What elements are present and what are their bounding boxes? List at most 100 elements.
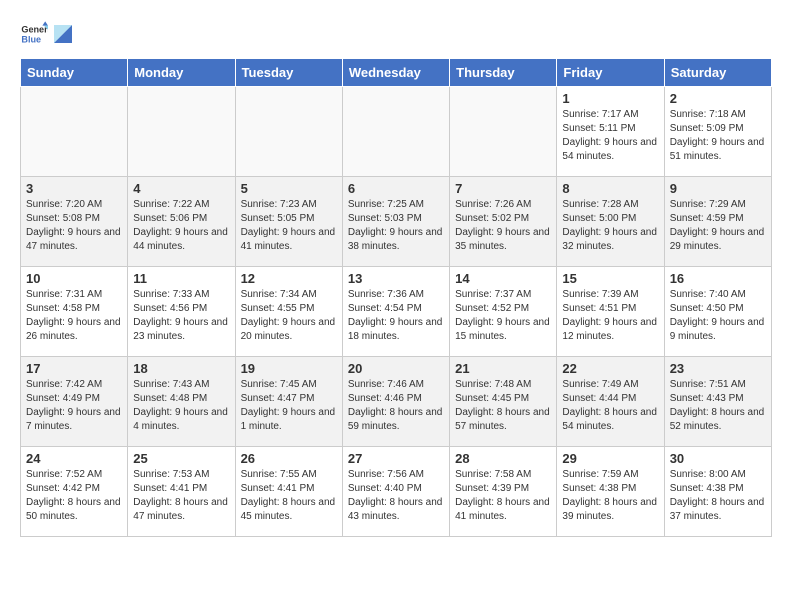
page-header: General Blue bbox=[20, 20, 772, 48]
day-number: 11 bbox=[133, 271, 229, 286]
day-info: Sunrise: 7:22 AM Sunset: 5:06 PM Dayligh… bbox=[133, 198, 229, 254]
day-info: Sunrise: 7:49 AM Sunset: 4:44 PM Dayligh… bbox=[562, 378, 658, 434]
calendar-cell: 8 Sunrise: 7:28 AM Sunset: 5:00 PM Daylig… bbox=[557, 177, 664, 267]
day-info: Sunrise: 7:25 AM Sunset: 5:03 PM Dayligh… bbox=[348, 198, 444, 254]
calendar-cell: 3 Sunrise: 7:20 AM Sunset: 5:08 PM Daylig… bbox=[21, 177, 128, 267]
day-info: Sunrise: 7:43 AM Sunset: 4:48 PM Dayligh… bbox=[133, 378, 229, 434]
day-number: 22 bbox=[562, 361, 658, 376]
day-info: Sunrise: 7:59 AM Sunset: 4:38 PM Dayligh… bbox=[562, 468, 658, 524]
day-info: Sunrise: 7:51 AM Sunset: 4:43 PM Dayligh… bbox=[670, 378, 766, 434]
day-info: Sunrise: 8:00 AM Sunset: 4:38 PM Dayligh… bbox=[670, 468, 766, 524]
day-info: Sunrise: 7:56 AM Sunset: 4:40 PM Dayligh… bbox=[348, 468, 444, 524]
column-header-sunday: Sunday bbox=[21, 59, 128, 87]
day-number: 18 bbox=[133, 361, 229, 376]
day-number: 25 bbox=[133, 451, 229, 466]
calendar-cell: 11Sunrise: 7:33 AM Sunset: 4:56 PM Dayli… bbox=[128, 267, 235, 357]
calendar-cell: 27 Sunrise: 7:56 AM Sunset: 4:40 PM Dayli… bbox=[342, 447, 449, 537]
calendar-cell: 19Sunrise: 7:45 AM Sunset: 4:47 PM Dayli… bbox=[235, 357, 342, 447]
logo-triangle-icon bbox=[54, 25, 72, 43]
day-info: Sunrise: 7:29 AM Sunset: 4:59 PM Dayligh… bbox=[670, 198, 766, 254]
day-info: Sunrise: 7:23 AM Sunset: 5:05 PM Dayligh… bbox=[241, 198, 337, 254]
day-number: 9 bbox=[670, 181, 766, 196]
day-info: Sunrise: 7:46 AM Sunset: 4:46 PM Dayligh… bbox=[348, 378, 444, 434]
calendar-cell bbox=[21, 87, 128, 177]
day-info: Sunrise: 7:18 AM Sunset: 5:09 PM Dayligh… bbox=[670, 108, 766, 164]
calendar-cell: 20 Sunrise: 7:46 AM Sunset: 4:46 PM Dayli… bbox=[342, 357, 449, 447]
day-number: 1 bbox=[562, 91, 658, 106]
calendar-cell: 10 Sunrise: 7:31 AM Sunset: 4:58 PM Dayli… bbox=[21, 267, 128, 357]
day-number: 21 bbox=[455, 361, 551, 376]
day-info: Sunrise: 7:58 AM Sunset: 4:39 PM Dayligh… bbox=[455, 468, 551, 524]
calendar-cell bbox=[235, 87, 342, 177]
day-number: 8 bbox=[562, 181, 658, 196]
calendar-cell: 28 Sunrise: 7:58 AM Sunset: 4:39 PM Dayli… bbox=[450, 447, 557, 537]
day-number: 5 bbox=[241, 181, 337, 196]
day-number: 3 bbox=[26, 181, 122, 196]
calendar-cell: 18 Sunrise: 7:43 AM Sunset: 4:48 PM Dayli… bbox=[128, 357, 235, 447]
day-number: 6 bbox=[348, 181, 444, 196]
calendar-cell: 21 Sunrise: 7:48 AM Sunset: 4:45 PM Dayli… bbox=[450, 357, 557, 447]
day-info: Sunrise: 7:45 AM Sunset: 4:47 PM Dayligh… bbox=[241, 378, 337, 434]
day-number: 10 bbox=[26, 271, 122, 286]
day-number: 23 bbox=[670, 361, 766, 376]
calendar-cell: 1 Sunrise: 7:17 AM Sunset: 5:11 PM Daylig… bbox=[557, 87, 664, 177]
calendar-cell: 12 Sunrise: 7:34 AM Sunset: 4:55 PM Dayli… bbox=[235, 267, 342, 357]
calendar-cell: 29 Sunrise: 7:59 AM Sunset: 4:38 PM Dayli… bbox=[557, 447, 664, 537]
calendar-cell: 17 Sunrise: 7:42 AM Sunset: 4:49 PM Dayli… bbox=[21, 357, 128, 447]
day-info: Sunrise: 7:55 AM Sunset: 4:41 PM Dayligh… bbox=[241, 468, 337, 524]
calendar-week-row: 1 Sunrise: 7:17 AM Sunset: 5:11 PM Daylig… bbox=[21, 87, 772, 177]
logo: General Blue bbox=[20, 20, 72, 48]
calendar-table: SundayMondayTuesdayWednesdayThursdayFrid… bbox=[20, 58, 772, 537]
calendar-cell: 26 Sunrise: 7:55 AM Sunset: 4:41 PM Dayli… bbox=[235, 447, 342, 537]
day-number: 29 bbox=[562, 451, 658, 466]
day-number: 17 bbox=[26, 361, 122, 376]
day-number: 26 bbox=[241, 451, 337, 466]
day-info: Sunrise: 7:40 AM Sunset: 4:50 PM Dayligh… bbox=[670, 288, 766, 344]
day-number: 28 bbox=[455, 451, 551, 466]
calendar-cell: 5 Sunrise: 7:23 AM Sunset: 5:05 PM Daylig… bbox=[235, 177, 342, 267]
day-number: 27 bbox=[348, 451, 444, 466]
calendar-week-row: 3 Sunrise: 7:20 AM Sunset: 5:08 PM Daylig… bbox=[21, 177, 772, 267]
calendar-cell: 4 Sunrise: 7:22 AM Sunset: 5:06 PM Daylig… bbox=[128, 177, 235, 267]
day-info: Sunrise: 7:17 AM Sunset: 5:11 PM Dayligh… bbox=[562, 108, 658, 164]
day-info: Sunrise: 7:28 AM Sunset: 5:00 PM Dayligh… bbox=[562, 198, 658, 254]
calendar-cell: 15Sunrise: 7:39 AM Sunset: 4:51 PM Dayli… bbox=[557, 267, 664, 357]
day-info: Sunrise: 7:39 AM Sunset: 4:51 PM Dayligh… bbox=[562, 288, 658, 344]
day-info: Sunrise: 7:37 AM Sunset: 4:52 PM Dayligh… bbox=[455, 288, 551, 344]
svg-text:Blue: Blue bbox=[21, 34, 41, 44]
day-number: 16 bbox=[670, 271, 766, 286]
column-header-monday: Monday bbox=[128, 59, 235, 87]
day-info: Sunrise: 7:34 AM Sunset: 4:55 PM Dayligh… bbox=[241, 288, 337, 344]
day-info: Sunrise: 7:52 AM Sunset: 4:42 PM Dayligh… bbox=[26, 468, 122, 524]
calendar-cell: 23 Sunrise: 7:51 AM Sunset: 4:43 PM Dayli… bbox=[664, 357, 771, 447]
calendar-cell bbox=[128, 87, 235, 177]
logo-icon: General Blue bbox=[20, 20, 48, 48]
day-number: 4 bbox=[133, 181, 229, 196]
calendar-week-row: 10 Sunrise: 7:31 AM Sunset: 4:58 PM Dayli… bbox=[21, 267, 772, 357]
day-number: 24 bbox=[26, 451, 122, 466]
day-info: Sunrise: 7:20 AM Sunset: 5:08 PM Dayligh… bbox=[26, 198, 122, 254]
day-info: Sunrise: 7:48 AM Sunset: 4:45 PM Dayligh… bbox=[455, 378, 551, 434]
day-number: 2 bbox=[670, 91, 766, 106]
day-info: Sunrise: 7:42 AM Sunset: 4:49 PM Dayligh… bbox=[26, 378, 122, 434]
day-number: 30 bbox=[670, 451, 766, 466]
day-info: Sunrise: 7:26 AM Sunset: 5:02 PM Dayligh… bbox=[455, 198, 551, 254]
calendar-cell: 6 Sunrise: 7:25 AM Sunset: 5:03 PM Daylig… bbox=[342, 177, 449, 267]
calendar-cell: 9 Sunrise: 7:29 AM Sunset: 4:59 PM Daylig… bbox=[664, 177, 771, 267]
day-number: 20 bbox=[348, 361, 444, 376]
day-info: Sunrise: 7:36 AM Sunset: 4:54 PM Dayligh… bbox=[348, 288, 444, 344]
calendar-cell: 7Sunrise: 7:26 AM Sunset: 5:02 PM Daylig… bbox=[450, 177, 557, 267]
column-header-thursday: Thursday bbox=[450, 59, 557, 87]
day-info: Sunrise: 7:31 AM Sunset: 4:58 PM Dayligh… bbox=[26, 288, 122, 344]
svg-text:General: General bbox=[21, 25, 48, 35]
day-info: Sunrise: 7:53 AM Sunset: 4:41 PM Dayligh… bbox=[133, 468, 229, 524]
calendar-cell: 22 Sunrise: 7:49 AM Sunset: 4:44 PM Dayli… bbox=[557, 357, 664, 447]
calendar-cell bbox=[342, 87, 449, 177]
day-number: 13 bbox=[348, 271, 444, 286]
calendar-cell: 2 Sunrise: 7:18 AM Sunset: 5:09 PM Daylig… bbox=[664, 87, 771, 177]
day-number: 12 bbox=[241, 271, 337, 286]
calendar-cell: 24 Sunrise: 7:52 AM Sunset: 4:42 PM Dayli… bbox=[21, 447, 128, 537]
calendar-week-row: 24 Sunrise: 7:52 AM Sunset: 4:42 PM Dayli… bbox=[21, 447, 772, 537]
day-number: 14 bbox=[455, 271, 551, 286]
calendar-cell: 30 Sunrise: 8:00 AM Sunset: 4:38 PM Dayli… bbox=[664, 447, 771, 537]
